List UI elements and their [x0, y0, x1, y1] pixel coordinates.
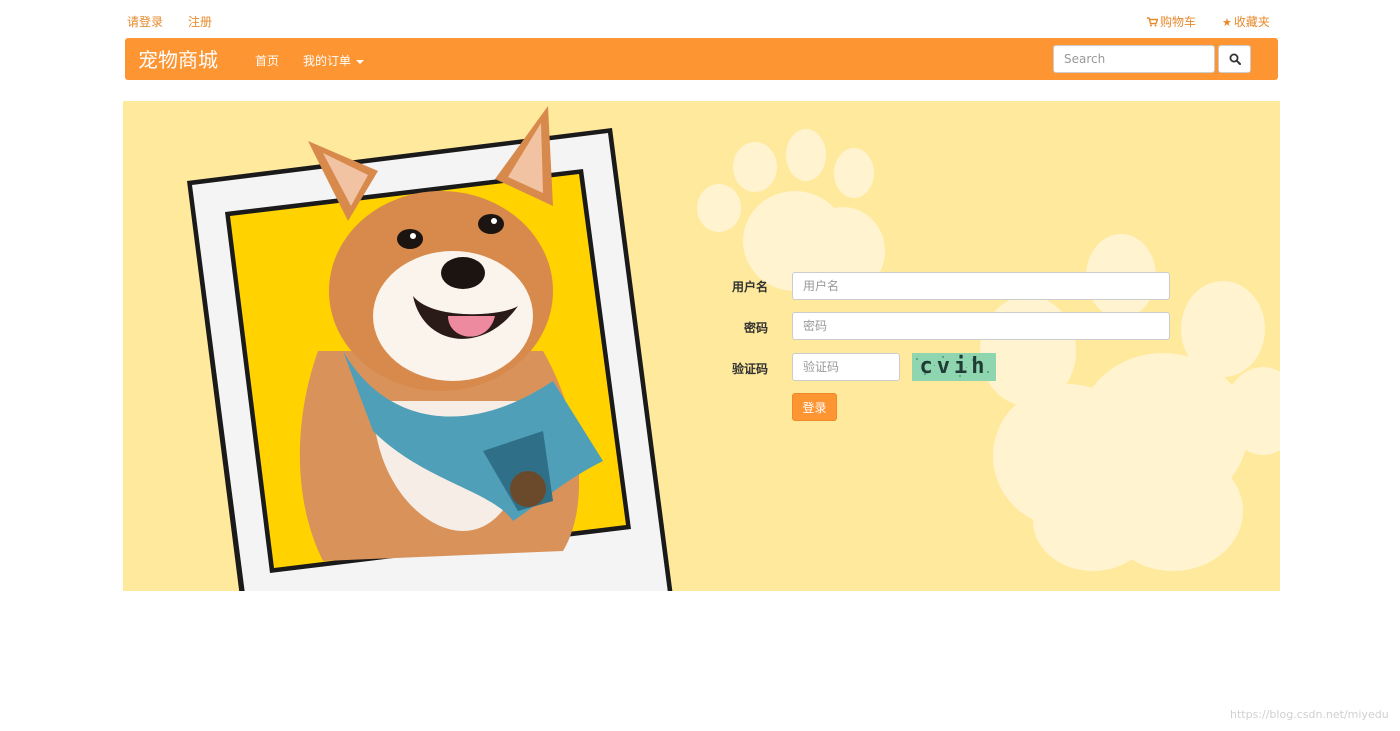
magnifier-icon: [1229, 53, 1241, 65]
star-icon: ★: [1222, 16, 1232, 29]
nav-my-orders-dropdown[interactable]: 我的订单: [303, 52, 365, 69]
captcha-input[interactable]: [792, 353, 900, 381]
brand-logo[interactable]: 宠物商城: [138, 44, 218, 73]
search-button[interactable]: [1218, 45, 1251, 73]
login-submit-button[interactable]: 登录: [792, 393, 837, 421]
password-input[interactable]: [792, 312, 1170, 340]
username-input[interactable]: [792, 272, 1170, 300]
nav-my-orders-label: 我的订单: [303, 54, 352, 68]
favorites-link-label: 收藏夹: [1233, 15, 1270, 29]
login-banner: 用户名 密码 验证码 cvih 登录: [123, 101, 1280, 591]
top-link-bar: 请登录 注册 购物车 ★ 收藏夹: [0, 0, 1400, 38]
nav-home[interactable]: 首页: [255, 52, 279, 69]
search-input[interactable]: [1053, 45, 1215, 73]
shopping-cart-icon: [1147, 17, 1159, 27]
password-label: 密码: [743, 321, 768, 335]
username-label: 用户名: [731, 280, 768, 294]
main-navbar: 宠物商城 首页 我的订单: [125, 38, 1278, 80]
register-link[interactable]: 注册: [188, 13, 212, 30]
cart-link[interactable]: 购物车: [1147, 13, 1196, 30]
watermark-text: https://blog.csdn.net/miyedu: [1230, 708, 1389, 721]
caret-down-icon: [356, 59, 365, 64]
dog-photo-frame-image: [187, 106, 673, 591]
login-link[interactable]: 请登录: [127, 13, 163, 30]
captcha-label: 验证码: [731, 362, 768, 376]
captcha-image[interactable]: cvih: [912, 353, 996, 381]
cart-link-label: 购物车: [1160, 15, 1197, 29]
captcha-text: cvih: [919, 354, 989, 379]
favorites-link[interactable]: ★ 收藏夹: [1222, 13, 1270, 30]
